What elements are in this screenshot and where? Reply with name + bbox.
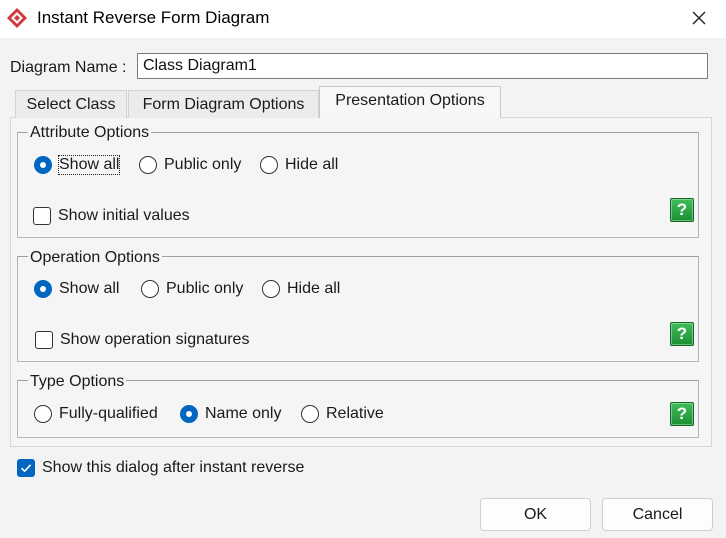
radio-label: Hide all (287, 280, 341, 297)
radio-selected-icon (34, 280, 52, 298)
type-name-only-radio[interactable]: Name only (180, 405, 281, 423)
tab-select-class[interactable]: Select Class (15, 90, 127, 118)
radio-unselected-icon (262, 280, 280, 298)
op-hide-all-radio[interactable]: Hide all (262, 280, 340, 298)
radio-unselected-icon (139, 156, 157, 174)
window-title: Instant Reverse Form Diagram (37, 8, 270, 27)
visual-paradigm-icon (6, 7, 28, 29)
close-button[interactable] (682, 4, 716, 32)
radio-label: Name only (205, 405, 282, 422)
checkbox-unchecked-icon (35, 331, 53, 349)
attr-hide-all-radio[interactable]: Hide all (260, 156, 338, 174)
radio-selected-icon (180, 405, 198, 423)
radio-label: Show all (59, 280, 120, 297)
help-icon[interactable]: ? (670, 322, 694, 346)
close-icon (692, 11, 706, 25)
attribute-options-title: Attribute Options (28, 124, 152, 142)
radio-label: Relative (326, 405, 384, 422)
checkbox-label: Show initial values (58, 207, 190, 224)
show-operation-signatures-checkbox[interactable]: Show operation signatures (35, 331, 249, 349)
tab-form-diagram-options[interactable]: Form Diagram Options (128, 90, 319, 118)
tab-presentation-options[interactable]: Presentation Options (319, 86, 501, 118)
radio-label: Show all (57, 155, 121, 175)
ok-button[interactable]: OK (480, 498, 591, 531)
help-icon[interactable]: ? (670, 198, 694, 222)
checkbox-label: Show this dialog after instant reverse (42, 459, 305, 476)
cancel-button[interactable]: Cancel (602, 498, 713, 531)
type-relative-radio[interactable]: Relative (301, 405, 384, 423)
op-public-only-radio[interactable]: Public only (141, 280, 243, 298)
radio-label: Public only (166, 280, 244, 297)
help-icon[interactable]: ? (670, 402, 694, 426)
radio-label: Fully-qualified (59, 405, 158, 422)
operation-options-title: Operation Options (28, 249, 162, 267)
radio-unselected-icon (34, 405, 52, 423)
diagram-name-input[interactable]: Class Diagram1 (137, 53, 708, 79)
checkbox-unchecked-icon (33, 207, 51, 225)
radio-unselected-icon (260, 156, 278, 174)
radio-unselected-icon (301, 405, 319, 423)
checkbox-checked-icon (17, 459, 35, 477)
radio-label: Public only (164, 156, 242, 173)
radio-selected-icon (34, 156, 52, 174)
attr-public-only-radio[interactable]: Public only (139, 156, 241, 174)
show-initial-values-checkbox[interactable]: Show initial values (33, 207, 190, 225)
radio-unselected-icon (141, 280, 159, 298)
type-options-title: Type Options (28, 373, 127, 391)
attr-show-all-radio[interactable]: Show all (34, 155, 121, 175)
diagram-name-label: Diagram Name : (10, 59, 127, 76)
op-show-all-radio[interactable]: Show all (34, 280, 119, 298)
checkbox-label: Show operation signatures (60, 331, 250, 348)
show-dialog-checkbox[interactable]: Show this dialog after instant reverse (17, 459, 304, 477)
type-fully-qualified-radio[interactable]: Fully-qualified (34, 405, 158, 423)
radio-label: Hide all (285, 156, 339, 173)
